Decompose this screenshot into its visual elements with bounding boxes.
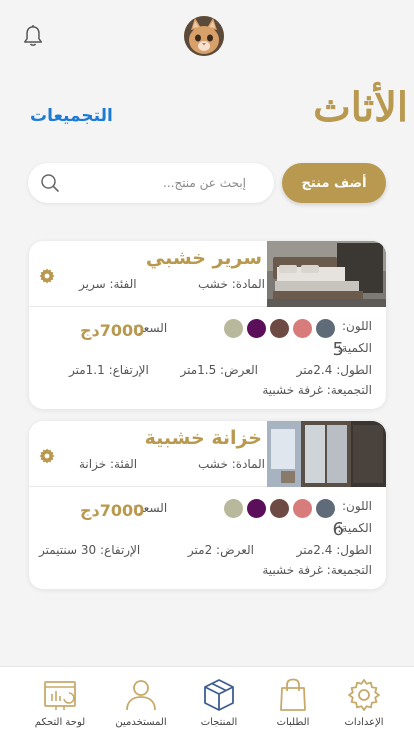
box-icon [204,679,234,711]
quantity-value: 6 [332,519,344,540]
nav-item-dashboard[interactable]: لوحة التحكم [25,677,95,733]
bell-icon[interactable] [22,24,44,48]
color-swatch [270,499,289,518]
collections-link[interactable]: التجميعات [30,106,113,126]
nav-label-orders: الطلبات [276,717,310,728]
product-material: المادة: خشب [198,457,265,471]
search-row: أضف منتج [28,163,386,203]
gear-icon[interactable] [39,448,55,464]
length-value: الطول: 2.4متر [296,543,372,557]
colors-label: اللون: [341,499,372,513]
nav-label-users: المستخدمين [115,717,167,728]
nav-label-settings: الإعدادات [344,717,384,728]
color-swatch [247,499,266,518]
color-swatch [270,319,289,338]
color-swatch [224,499,243,518]
color-swatch [224,319,243,338]
color-swatch [316,499,335,518]
colors-label: اللون: [341,319,372,333]
nav-item-orders[interactable]: الطلبات [258,677,328,733]
collection-value: التجميعة: غرفة خشبية [262,383,372,397]
page-title: الأثاث [313,84,408,131]
product-material: المادة: خشب [198,277,265,291]
avatar[interactable] [184,16,224,56]
price-value: 7000دج [80,321,145,340]
height-value: الإرتفاع: 30 سنتيمتر [39,543,141,557]
color-swatch [247,319,266,338]
user-icon [126,680,156,711]
nav-item-settings[interactable]: الإعدادات [329,677,399,733]
settings-icon [348,679,380,711]
product-card[interactable]: سرير خشبي المادة: خشب الفئة: سرير اللون:… [29,241,386,409]
shopping-bag-icon [280,678,306,711]
product-image-wardrobe [267,421,386,487]
width-value: العرض: 1.5متر [180,363,258,377]
quantity-value: 5 [332,339,344,360]
width-value: العرض: 2متر [187,543,254,557]
product-card[interactable]: خزانة خشبية المادة: خشب الفئة: خزانة الل… [29,421,386,589]
bottom-nav: الإعدادات الطلبات المنتجات المستخدمين لو… [0,666,414,736]
color-swatches [224,499,335,518]
search-input[interactable] [76,173,246,193]
search-box [28,163,274,203]
color-swatches [224,319,335,338]
color-swatch [293,319,312,338]
height-value: الإرتفاع: 1.1متر [69,363,149,377]
color-swatch [316,319,335,338]
nav-item-users[interactable]: المستخدمين [106,677,176,733]
collection-value: التجميعة: غرفة خشبية [262,563,372,577]
product-category: الفئة: خزانة [79,457,138,471]
gear-icon[interactable] [39,268,55,284]
product-image-bed [267,241,386,307]
add-product-button[interactable]: أضف منتج [282,163,386,203]
nav-item-products[interactable]: المنتجات [184,677,254,733]
product-category: الفئة: سرير [79,277,137,291]
price-value: 7000دج [80,501,145,520]
dashboard-icon [44,681,76,710]
product-name: سرير خشبي [145,247,262,269]
length-value: الطول: 2.4متر [296,363,372,377]
nav-label-products: المنتجات [200,717,238,728]
top-bar [0,0,414,70]
color-swatch [293,499,312,518]
nav-label-dashboard: لوحة التحكم [34,717,86,728]
search-icon[interactable] [40,173,60,193]
product-name: خزانة خشبية [144,427,262,449]
